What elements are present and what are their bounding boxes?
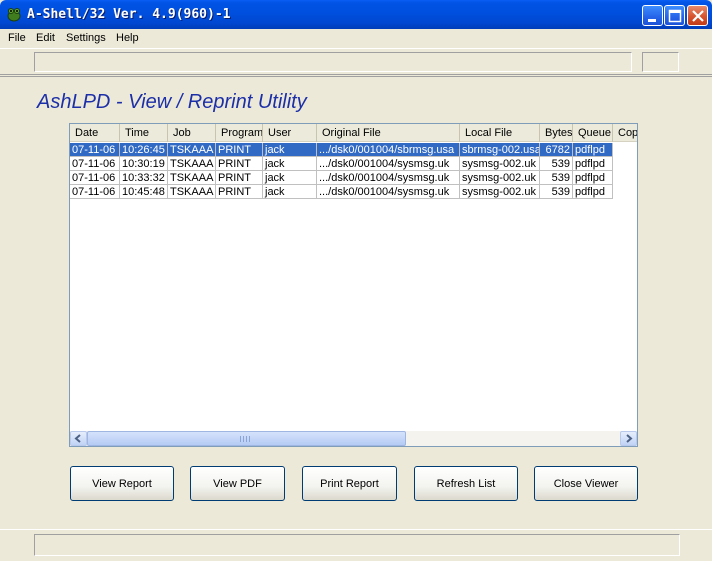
cell-job: TSKAAA (168, 171, 216, 185)
list-header: Date Time Job Program User Original File… (70, 124, 637, 142)
cell-local-file: sysmsg-002.uk (460, 171, 540, 185)
column-header-copies[interactable]: Cop (613, 124, 637, 142)
toolbar-band (0, 48, 712, 75)
grip-icon (240, 436, 252, 442)
close-viewer-button[interactable]: Close Viewer (534, 466, 638, 501)
column-header-time[interactable]: Time (120, 124, 168, 142)
table-row[interactable]: 07-11-06 10:26:45 TSKAAA PRINT jack .../dsk0/… (70, 143, 613, 157)
maximize-icon (668, 9, 682, 23)
cell-original-file: .../dsk0/001004/sysmsg.uk (317, 157, 460, 171)
cell-original-file: .../dsk0/001004/sysmsg.uk (317, 185, 460, 199)
table-row[interactable]: 07-11-06 10:33:32 TSKAAA PRINT jack .../dsk0/… (70, 171, 613, 185)
cell-copies (613, 157, 637, 171)
cell-time: 10:26:45 (120, 143, 168, 157)
table-row[interactable]: 07-11-06 10:30:19 TSKAAA PRINT jack .../dsk0/… (70, 157, 613, 171)
cell-user: jack (263, 171, 317, 185)
status-bar (0, 529, 712, 561)
cell-date: 07-11-06 (70, 171, 120, 185)
print-report-button[interactable]: Print Report (302, 466, 397, 501)
cell-bytes: 539 (540, 171, 573, 185)
view-pdf-button[interactable]: View PDF (190, 466, 285, 501)
cell-copies (613, 185, 637, 199)
column-header-queue[interactable]: Queue (573, 124, 613, 142)
status-panel (34, 534, 680, 556)
column-header-original-file[interactable]: Original File (317, 124, 460, 142)
cell-user: jack (263, 185, 317, 199)
cell-copies (613, 143, 637, 157)
cell-job: TSKAAA (168, 157, 216, 171)
cell-time: 10:30:19 (120, 157, 168, 171)
cell-job: TSKAAA (168, 143, 216, 157)
page-title: AshLPD - View / Reprint Utility (37, 91, 307, 113)
cell-time: 10:45:48 (120, 185, 168, 199)
cell-date: 07-11-06 (70, 157, 120, 171)
cell-bytes: 6782 (540, 143, 573, 157)
cell-date: 07-11-06 (70, 143, 120, 157)
scroll-thumb[interactable] (87, 431, 406, 446)
cell-bytes: 539 (540, 185, 573, 199)
column-header-program[interactable]: Program (216, 124, 263, 142)
menu-settings[interactable]: Settings (66, 32, 106, 44)
close-button[interactable] (687, 5, 708, 26)
minimize-icon (648, 19, 656, 22)
cell-original-file: .../dsk0/001004/sbrmsg.usa (317, 143, 460, 157)
report-list[interactable]: Date Time Job Program User Original File… (69, 123, 638, 447)
column-header-user[interactable]: User (263, 124, 317, 142)
cell-program: PRINT (216, 171, 263, 185)
cell-bytes: 539 (540, 157, 573, 171)
close-icon (692, 10, 704, 22)
cell-queue: pdflpd (573, 143, 613, 157)
cell-date: 07-11-06 (70, 185, 120, 199)
cell-time: 10:33:32 (120, 171, 168, 185)
refresh-list-button[interactable]: Refresh List (414, 466, 518, 501)
menu-edit[interactable]: Edit (36, 32, 55, 44)
cell-program: PRINT (216, 185, 263, 199)
cell-copies (613, 171, 637, 185)
column-header-date[interactable]: Date (70, 124, 120, 142)
cell-original-file: .../dsk0/001004/sysmsg.uk (317, 171, 460, 185)
window-title: A-Shell/32 Ver. 4.9(960)-1 (27, 7, 231, 22)
menu-help[interactable]: Help (116, 32, 139, 44)
cell-program: PRINT (216, 157, 263, 171)
maximize-button[interactable] (664, 5, 685, 26)
cell-program: PRINT (216, 143, 263, 157)
table-row[interactable]: 07-11-06 10:45:48 TSKAAA PRINT jack .../dsk0/… (70, 185, 613, 199)
cell-job: TSKAAA (168, 185, 216, 199)
horizontal-scrollbar[interactable] (70, 431, 637, 446)
cell-queue: pdflpd (573, 171, 613, 185)
chevron-left-icon (74, 434, 81, 443)
toolbar-panel-small (642, 52, 679, 72)
title-bar[interactable]: A-Shell/32 Ver. 4.9(960)-1 (0, 0, 712, 29)
cell-local-file: sysmsg-002.uk (460, 157, 540, 171)
cell-local-file: sbrmsg-002.usa (462, 143, 540, 157)
minimize-button[interactable] (642, 5, 663, 26)
column-header-bytes[interactable]: Bytes (540, 124, 573, 142)
chevron-right-icon (626, 434, 633, 443)
scroll-left-button[interactable] (70, 431, 87, 446)
view-report-button[interactable]: View Report (70, 466, 174, 501)
cell-queue: pdflpd (573, 157, 613, 171)
column-header-job[interactable]: Job (168, 124, 216, 142)
frog-icon (7, 8, 21, 22)
cell-queue: pdflpd (573, 185, 613, 199)
menu-bar: File Edit Settings Help (0, 29, 712, 48)
toolbar-panel (34, 52, 632, 72)
menu-file[interactable]: File (8, 32, 26, 44)
scroll-right-button[interactable] (620, 431, 637, 446)
cell-user: jack (263, 143, 317, 157)
cell-user: jack (263, 157, 317, 171)
cell-local-file: sysmsg-002.uk (460, 185, 540, 199)
column-header-local-file[interactable]: Local File (460, 124, 540, 142)
